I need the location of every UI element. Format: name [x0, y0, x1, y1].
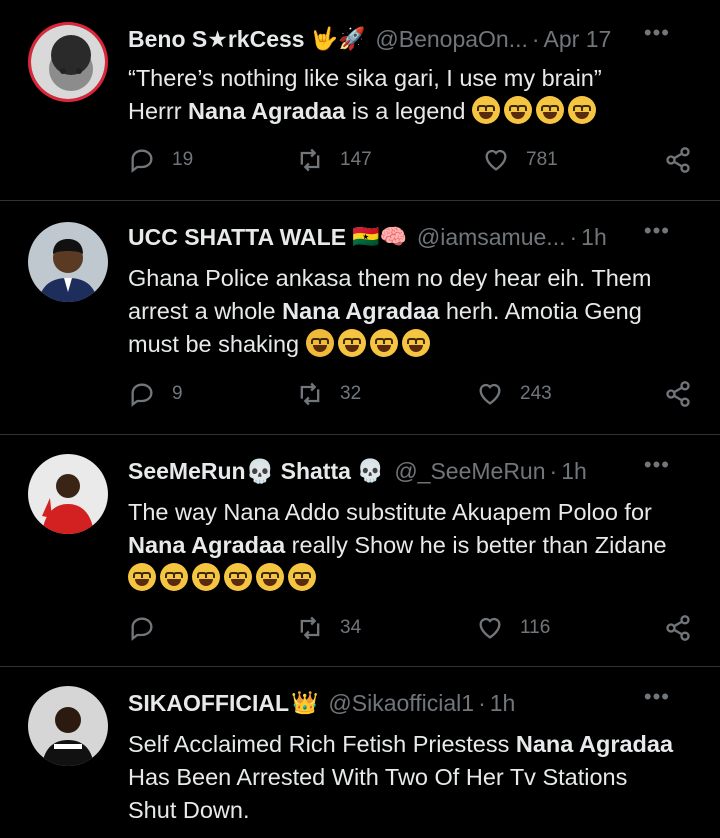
- retweet-button[interactable]: 34: [296, 614, 361, 642]
- laughing-emoji-icon: [369, 329, 398, 357]
- laughing-emoji-icon: [401, 329, 430, 357]
- tweet-4[interactable]: SIKAOFFICIAL 👑 @Sikaofficial1 · 1h ••• S…: [0, 666, 720, 838]
- heart-icon: [479, 383, 501, 405]
- grinning-emoji-icon: [160, 563, 188, 591]
- grinning-emoji-icon: [256, 563, 284, 591]
- avatar[interactable]: [28, 22, 108, 102]
- like-count: 116: [520, 617, 551, 638]
- reply-button[interactable]: 19: [128, 146, 193, 174]
- retweet-count: 147: [340, 149, 372, 170]
- tweet-line: Has Been Arrested With Two Of Her Tv Sta…: [128, 764, 628, 790]
- timestamp[interactable]: 1h: [581, 224, 607, 251]
- reply-button[interactable]: [128, 614, 172, 642]
- rofl-emoji-icon: [535, 96, 564, 124]
- grinning-emoji-icon: [224, 563, 252, 591]
- more-options-icon[interactable]: •••: [644, 684, 670, 710]
- reply-count: 9: [172, 383, 183, 404]
- reply-count: 19: [172, 149, 194, 170]
- separator: ·: [478, 689, 486, 716]
- avatar-image: [28, 222, 108, 302]
- like-count: 781: [526, 149, 558, 170]
- share-button[interactable]: [664, 614, 708, 642]
- separator: ·: [531, 25, 540, 52]
- tweet-text: “There’s nothing like sika gari, I use m…: [128, 62, 698, 128]
- separator: ·: [549, 457, 558, 484]
- avatar[interactable]: [28, 222, 108, 302]
- handle[interactable]: @BenopaOn...: [375, 26, 528, 53]
- display-name[interactable]: SIKAOFFICIAL: [128, 690, 289, 717]
- reply-icon: [131, 149, 153, 173]
- grinning-emoji-icon: [288, 563, 316, 591]
- name-emoji: 🤟🚀: [310, 26, 366, 51]
- emoji-row: [305, 329, 434, 357]
- like-button[interactable]: 243: [476, 380, 552, 408]
- share-icon: [666, 615, 690, 641]
- tweet-text: Ghana Police ankasa them no dey hear eih…: [128, 262, 698, 361]
- tweet-line: Ghana Police ankasa them no dey hear eih…: [128, 265, 652, 291]
- laughing-emoji-icon: [337, 329, 366, 357]
- more-options-icon[interactable]: •••: [644, 218, 670, 244]
- name-emoji: 👑: [291, 690, 319, 715]
- avatar-image: [28, 686, 108, 766]
- avatar[interactable]: [28, 454, 108, 534]
- share-button[interactable]: [664, 380, 708, 408]
- emoji-row: [471, 96, 600, 124]
- display-name[interactable]: SeeMeRun💀 Shatta: [128, 458, 351, 485]
- display-name[interactable]: UCC SHATTA WALE: [128, 224, 346, 251]
- timestamp[interactable]: Apr 17: [544, 26, 612, 53]
- avatar-image: [28, 454, 108, 534]
- tweet-line: Self Acclaimed Rich Fetish Priestess Nan…: [128, 731, 674, 757]
- tweet-line: The way Nana Addo substitute Akuapem Pol…: [128, 499, 652, 525]
- reply-icon: [131, 383, 153, 407]
- rofl-emoji-icon: [567, 96, 596, 124]
- tweet-text: Self Acclaimed Rich Fetish Priestess Nan…: [128, 728, 698, 827]
- separator: ·: [569, 223, 578, 250]
- tweet-line: Shut Down.: [128, 797, 250, 823]
- share-icon: [666, 147, 690, 173]
- more-options-icon[interactable]: •••: [644, 20, 670, 46]
- retweet-button[interactable]: 32: [296, 380, 361, 408]
- laughing-emoji-icon: [503, 96, 532, 124]
- name-emoji: 🇬🇭🧠: [352, 224, 407, 249]
- tweet-3[interactable]: SeeMeRun💀 Shatta 💀 @_SeeMeRun · 1h ••• T…: [0, 434, 720, 667]
- tweet-line: Herrr Nana Agradaa is a legend: [128, 95, 698, 128]
- heart-icon: [485, 149, 507, 171]
- like-count: 243: [520, 383, 552, 404]
- retweet-count: 34: [340, 617, 362, 638]
- crying-emoji-icon: [305, 329, 334, 357]
- grinning-emoji-icon: [192, 563, 220, 591]
- share-icon: [666, 381, 690, 407]
- tweet-line: arrest a whole Nana Agradaa herh. Amotia…: [128, 298, 642, 324]
- reply-button[interactable]: 9: [128, 380, 183, 408]
- tweet-line: “There’s nothing like sika gari, I use m…: [128, 65, 602, 91]
- retweet-count: 32: [340, 383, 362, 404]
- more-options-icon[interactable]: •••: [644, 452, 670, 478]
- name-emoji: 💀: [356, 458, 385, 483]
- share-button[interactable]: [664, 146, 708, 174]
- tweet-1[interactable]: Beno S★rkCess 🤟🚀 @BenopaOn... · Apr 17 •…: [0, 0, 720, 201]
- like-button[interactable]: 781: [482, 146, 558, 174]
- retweet-icon: [300, 616, 320, 640]
- tweet-text: The way Nana Addo substitute Akuapem Pol…: [128, 496, 698, 595]
- weary-emoji-icon: [128, 563, 156, 591]
- timestamp[interactable]: 1h: [490, 690, 516, 717]
- tweet-2[interactable]: UCC SHATTA WALE 🇬🇭🧠 @iamsamue... · 1h ••…: [0, 200, 720, 435]
- display-name[interactable]: Beno S★rkCess: [128, 26, 305, 53]
- laughing-emoji-icon: [471, 96, 500, 124]
- reply-icon: [131, 617, 153, 641]
- handle[interactable]: @_SeeMeRun: [394, 458, 545, 485]
- tweet-line: Nana Agradaa really Show he is better th…: [128, 532, 667, 558]
- emoji-row: [128, 562, 698, 595]
- heart-icon: [479, 617, 501, 639]
- tweet-line: must be shaking: [128, 328, 698, 361]
- retweet-button[interactable]: 147: [296, 146, 372, 174]
- handle[interactable]: @Sikaofficial1: [328, 690, 474, 717]
- avatar-image: [31, 25, 105, 99]
- like-button[interactable]: 116: [476, 614, 550, 642]
- retweet-icon: [300, 148, 320, 172]
- avatar[interactable]: [28, 686, 108, 766]
- handle[interactable]: @iamsamue...: [417, 224, 566, 251]
- timestamp[interactable]: 1h: [561, 458, 587, 485]
- retweet-icon: [300, 382, 320, 406]
